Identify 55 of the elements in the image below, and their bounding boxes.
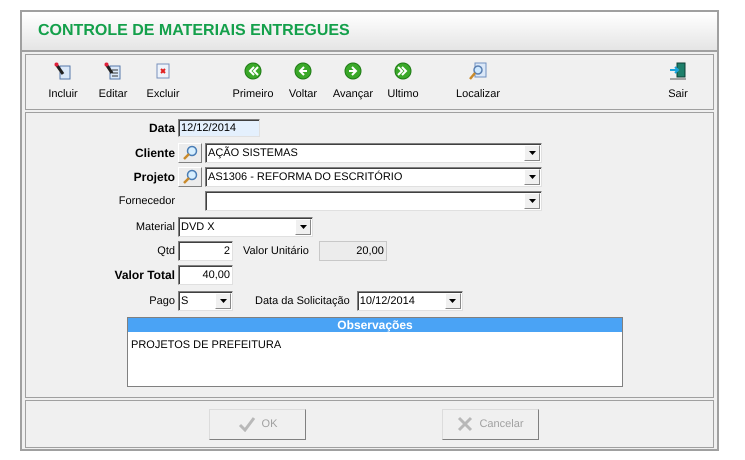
cross-icon bbox=[457, 416, 474, 432]
client-dropdown[interactable]: AÇÃO SISTEMAS bbox=[205, 143, 542, 163]
dropdown-arrow-button[interactable] bbox=[524, 145, 540, 161]
request-date-dropdown[interactable]: 10/12/2014 bbox=[356, 291, 463, 311]
field-label: Projeto bbox=[132, 169, 175, 186]
pencil-document-icon bbox=[104, 62, 122, 80]
dropdown-arrow-button[interactable] bbox=[524, 169, 540, 185]
toolbar-button[interactable]: Avançar bbox=[328, 62, 378, 102]
notes-text: PROJETOS DE PREFEITURA bbox=[130, 338, 282, 353]
magnifier-icon bbox=[469, 62, 488, 80]
toolbar-button[interactable]: Editar bbox=[88, 62, 138, 102]
total-field[interactable]: 40,00 bbox=[178, 265, 233, 285]
toolbar-button[interactable]: Sair bbox=[653, 62, 703, 102]
toolbar-button[interactable]: Localizar bbox=[452, 62, 504, 102]
field-label: Cliente bbox=[134, 145, 175, 162]
field-label: Data da Solicitação bbox=[255, 294, 350, 309]
toolbar-button[interactable]: Primeiro bbox=[228, 62, 278, 102]
caret-icon bbox=[528, 199, 536, 203]
magnifier-icon bbox=[182, 169, 198, 185]
notes-header: Observações bbox=[128, 318, 622, 332]
paid-dropdown[interactable]: S bbox=[178, 291, 233, 311]
caret-icon bbox=[449, 299, 456, 303]
field-label: Pago bbox=[148, 294, 175, 309]
field-label: Qtd bbox=[156, 244, 175, 259]
toolbar-button[interactable]: Incluir bbox=[38, 62, 88, 102]
dropdown-arrow-button[interactable] bbox=[215, 293, 231, 309]
pencil-icon bbox=[54, 62, 72, 80]
unit-price-field[interactable]: 20,00 bbox=[318, 241, 387, 261]
lookup-button[interactable] bbox=[178, 143, 202, 163]
dropdown-arrow-button[interactable] bbox=[524, 193, 540, 209]
date-field[interactable]: 12/12/2014 bbox=[178, 119, 260, 137]
checkmark-icon bbox=[238, 416, 256, 432]
material-dropdown[interactable]: DVD X bbox=[178, 217, 313, 237]
lookup-button[interactable] bbox=[178, 167, 202, 187]
exit-door-icon bbox=[669, 62, 687, 80]
caret-icon bbox=[220, 299, 226, 303]
field-label: Valor Total bbox=[114, 267, 175, 284]
magnifier-icon bbox=[182, 145, 198, 161]
field-label: Data bbox=[148, 120, 175, 137]
quantity-field[interactable]: 2 bbox=[178, 241, 233, 261]
supplier-dropdown[interactable] bbox=[205, 191, 542, 211]
caret-icon bbox=[528, 151, 536, 155]
toolbar-button[interactable]: Ultimo bbox=[378, 62, 428, 102]
delete-document-icon bbox=[154, 62, 172, 80]
field-label: Material bbox=[134, 220, 175, 235]
field-label: Valor Unitário bbox=[243, 244, 309, 259]
field-label: Fornecedor bbox=[118, 194, 175, 209]
project-dropdown[interactable]: AS1306 - REFORMA DO ESCRITÓRIO bbox=[205, 167, 542, 187]
caret-icon bbox=[300, 225, 306, 229]
toolbar-button[interactable]: Voltar bbox=[278, 62, 328, 102]
dropdown-arrow-button[interactable] bbox=[444, 293, 461, 309]
dropdown-arrow-button[interactable] bbox=[295, 219, 311, 235]
window-title: CONTROLE DE MATERIAIS ENTREGUES bbox=[38, 21, 350, 41]
caret-icon bbox=[528, 175, 536, 179]
toolbar-button[interactable]: Excluir bbox=[138, 62, 188, 102]
